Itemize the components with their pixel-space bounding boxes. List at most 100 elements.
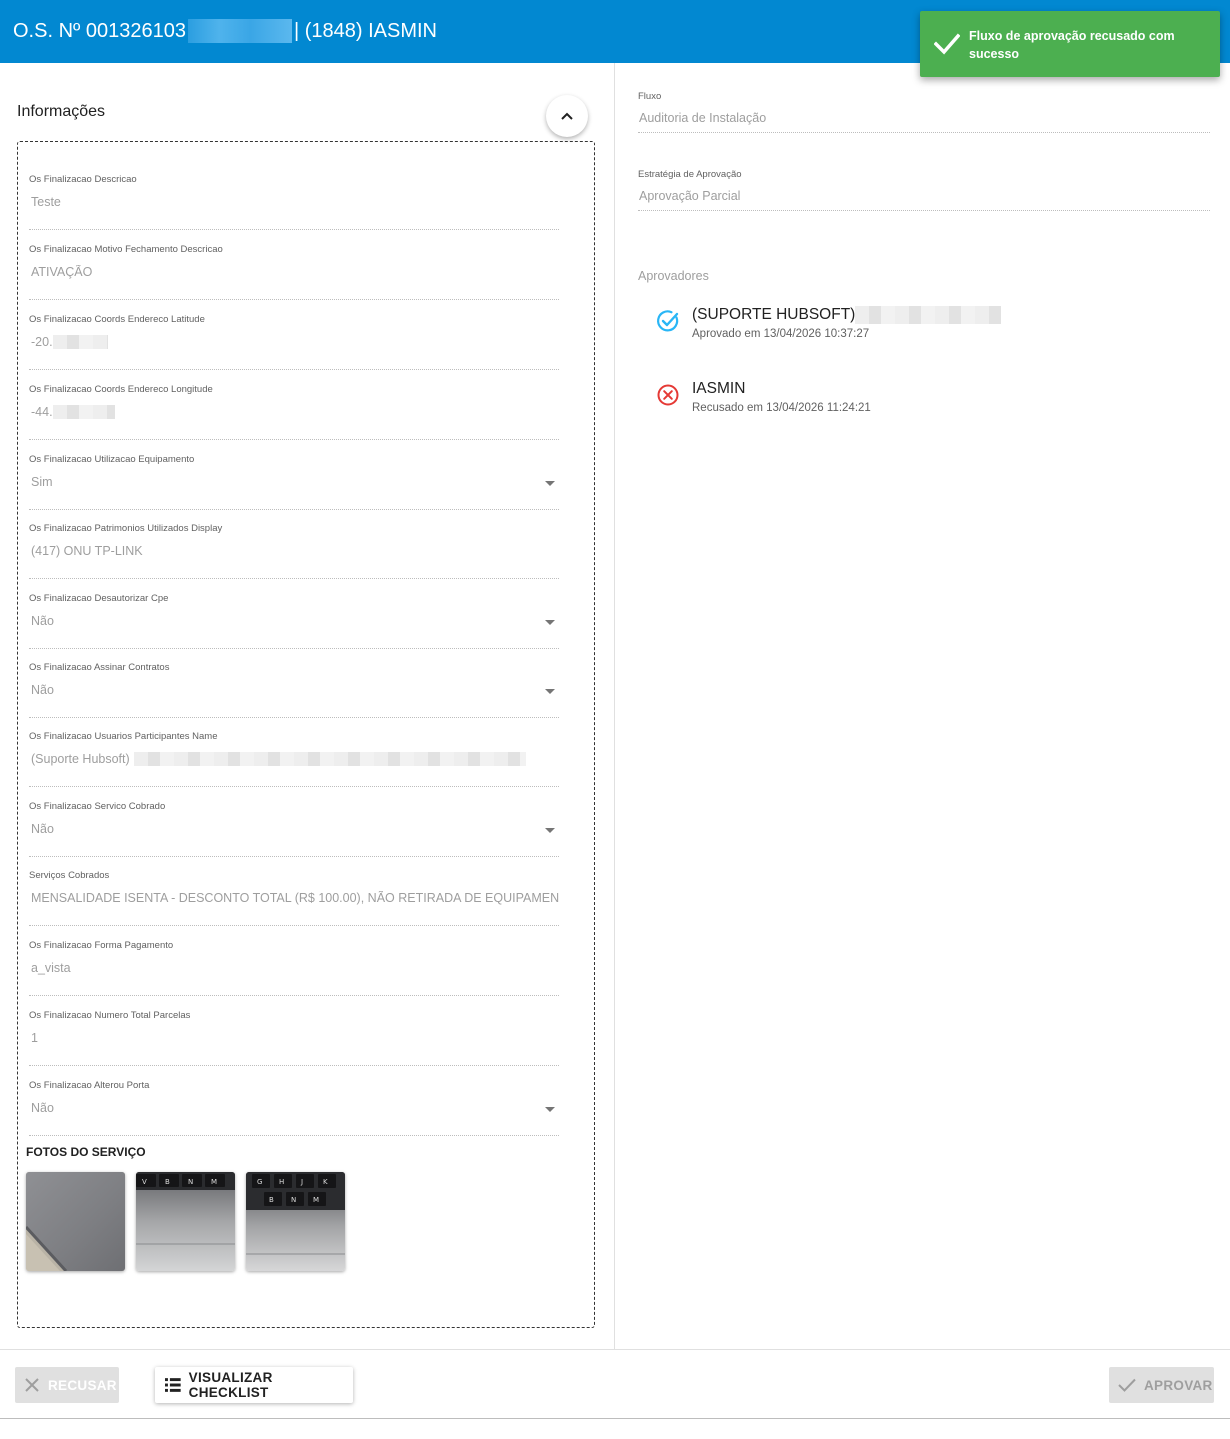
select-assinar-contratos[interactable]: Os Finalizacao Assinar Contratos Não xyxy=(29,662,559,718)
select-alterou-porta[interactable]: Os Finalizacao Alterou Porta Não xyxy=(29,1080,559,1136)
photos-title: FOTOS DO SERVIÇO xyxy=(26,1145,146,1159)
field-numero-parcelas[interactable]: Os Finalizacao Numero Total Parcelas 1 xyxy=(29,1010,559,1066)
key-label: M xyxy=(313,1196,319,1204)
field-value-text: (Suporte Hubsoft) xyxy=(31,752,130,766)
flow-panel: Fluxo Auditoria de Instalação Estratégia… xyxy=(616,63,1230,1349)
field-value: Aprovação Parcial xyxy=(639,189,741,203)
title-prefix: O.S. Nº 001326103 xyxy=(13,19,186,42)
field-longitude[interactable]: Os Finalizacao Coords Endereco Longitude… xyxy=(29,384,559,440)
field-label: Fluxo xyxy=(638,91,662,102)
field-usuarios-participantes[interactable]: Os Finalizacao Usuarios Participantes Na… xyxy=(29,731,559,787)
check-icon xyxy=(934,33,960,55)
field-latitude[interactable]: Os Finalizacao Coords Endereco Latitude … xyxy=(29,314,559,370)
field-value: Não xyxy=(31,614,54,628)
service-photo-3[interactable]: G H J K B N M xyxy=(246,1172,345,1271)
approve-button[interactable]: APROVAR xyxy=(1109,1367,1214,1403)
field-descricao[interactable]: Os Finalizacao Descricao Teste xyxy=(29,174,559,230)
key-label: N xyxy=(291,1196,296,1204)
photo-image: G H J K B N M xyxy=(246,1172,345,1271)
field-value: (Suporte Hubsoft) xyxy=(31,752,559,766)
field-label: Os Finalizacao Patrimonios Utilizados Di… xyxy=(29,523,223,534)
field-label: Os Finalizacao Desautorizar Cpe xyxy=(29,593,169,604)
field-value: a_vista xyxy=(31,961,71,975)
field-value-text: -20. xyxy=(31,335,53,349)
info-fields-box: Os Finalizacao Descricao Teste Os Finali… xyxy=(17,141,595,1328)
field-label: Serviços Cobrados xyxy=(29,870,110,881)
field-value: Não xyxy=(31,1101,54,1115)
field-value: -20. xyxy=(31,335,559,349)
list-icon xyxy=(165,1378,181,1392)
redacted-block xyxy=(52,335,108,349)
key-label: B xyxy=(165,1178,170,1186)
key-label: J xyxy=(300,1178,303,1186)
field-label: Estratégia de Aprovação xyxy=(638,169,742,180)
field-label: Os Finalizacao Numero Total Parcelas xyxy=(29,1010,191,1021)
field-motivo-fechamento[interactable]: Os Finalizacao Motivo Fechamento Descric… xyxy=(29,244,559,300)
redacted-block xyxy=(855,306,1002,324)
key-label: N xyxy=(188,1178,193,1186)
field-label: Os Finalizacao Coords Endereco Longitude xyxy=(29,384,213,395)
approver-item: (SUPORTE HUBSOFT) Aprovado em 13/04/2026… xyxy=(656,306,1156,346)
key-label: B xyxy=(269,1196,274,1204)
field-value: -44. xyxy=(31,405,559,419)
field-servicos-cobrados[interactable]: Serviços Cobrados MENSALIDADE ISENTA - D… xyxy=(29,870,559,926)
dropdown-arrow-icon xyxy=(545,481,555,486)
info-panel: Informações Os Finalizacao Descricao Tes… xyxy=(0,63,615,1349)
dropdown-arrow-icon xyxy=(545,1107,555,1112)
photo-image xyxy=(26,1172,125,1271)
field-forma-pagamento[interactable]: Os Finalizacao Forma Pagamento a_vista xyxy=(29,940,559,996)
check-circle-icon xyxy=(657,310,679,332)
field-patrimonios[interactable]: Os Finalizacao Patrimonios Utilizados Di… xyxy=(29,523,559,579)
select-utilizacao-equipamento[interactable]: Os Finalizacao Utilizacao Equipamento Si… xyxy=(29,454,559,510)
approvers-title: Aprovadores xyxy=(638,269,709,283)
field-label: Os Finalizacao Usuarios Participantes Na… xyxy=(29,731,218,742)
field-label: Os Finalizacao Descricao xyxy=(29,174,137,185)
dropdown-arrow-icon xyxy=(545,828,555,833)
field-label: Os Finalizacao Motivo Fechamento Descric… xyxy=(29,244,223,255)
service-photo-1[interactable] xyxy=(26,1172,125,1271)
field-value-text: -44. xyxy=(31,405,53,419)
redacted-block xyxy=(187,19,292,43)
field-value: Auditoria de Instalação xyxy=(639,111,767,125)
button-label: VISUALIZAR CHECKLIST xyxy=(188,1370,273,1400)
service-photo-2[interactable]: V B N M xyxy=(136,1172,235,1271)
view-checklist-button[interactable]: VISUALIZAR CHECKLIST xyxy=(155,1367,353,1403)
approver-name: IASMIN xyxy=(692,380,746,397)
select-servico-cobrado[interactable]: Os Finalizacao Servico Cobrado Não xyxy=(29,801,559,857)
field-estrategia-aprovacao[interactable]: Estratégia de Aprovação Aprovação Parcia… xyxy=(638,169,1210,211)
action-footer: RECUSAR VISUALIZAR CHECKLIST APROVAR xyxy=(0,1349,1230,1419)
refuse-button[interactable]: RECUSAR xyxy=(15,1367,119,1403)
approver-name-text: (SUPORTE HUBSOFT) xyxy=(692,306,856,323)
section-title: Informações xyxy=(17,103,106,120)
photo-image: V B N M xyxy=(136,1172,235,1271)
field-value: Não xyxy=(31,822,54,836)
field-label: Os Finalizacao Alterou Porta xyxy=(29,1080,150,1091)
key-label: G xyxy=(257,1178,262,1186)
field-value: MENSALIDADE ISENTA - DESCONTO TOTAL (R$ … xyxy=(31,891,559,905)
approver-name: (SUPORTE HUBSOFT) xyxy=(692,306,1002,324)
field-label: Os Finalizacao Servico Cobrado xyxy=(29,801,166,812)
redacted-block xyxy=(52,405,115,419)
redacted-block xyxy=(133,752,526,766)
close-icon xyxy=(25,1378,39,1392)
field-label: Os Finalizacao Coords Endereco Latitude xyxy=(29,314,205,325)
approver-item: IASMIN Recusado em 13/04/2026 11:24:21 xyxy=(656,380,1156,420)
field-value: Sim xyxy=(31,475,53,489)
field-value: ATIVAÇÃO xyxy=(31,265,93,279)
approver-date: Recusado em 13/04/2026 11:24:21 xyxy=(692,402,871,414)
key-label: K xyxy=(323,1178,328,1186)
key-label: H xyxy=(279,1178,284,1186)
field-value: Não xyxy=(31,683,54,697)
key-label: V xyxy=(142,1178,147,1186)
select-desautorizar-cpe[interactable]: Os Finalizacao Desautorizar Cpe Não xyxy=(29,593,559,649)
page-title: O.S. Nº 001326103 | (1848) IASMIN xyxy=(13,19,437,43)
key-label: M xyxy=(211,1178,217,1186)
collapse-button[interactable] xyxy=(546,95,588,137)
button-label: RECUSAR xyxy=(48,1377,117,1393)
title-suffix: | (1848) IASMIN xyxy=(293,19,438,42)
field-fluxo[interactable]: Fluxo Auditoria de Instalação xyxy=(638,91,1210,133)
field-label: Os Finalizacao Assinar Contratos xyxy=(29,662,170,673)
field-label: Os Finalizacao Forma Pagamento xyxy=(29,940,174,951)
dropdown-arrow-icon xyxy=(545,689,555,694)
cancel-circle-icon xyxy=(657,384,679,406)
